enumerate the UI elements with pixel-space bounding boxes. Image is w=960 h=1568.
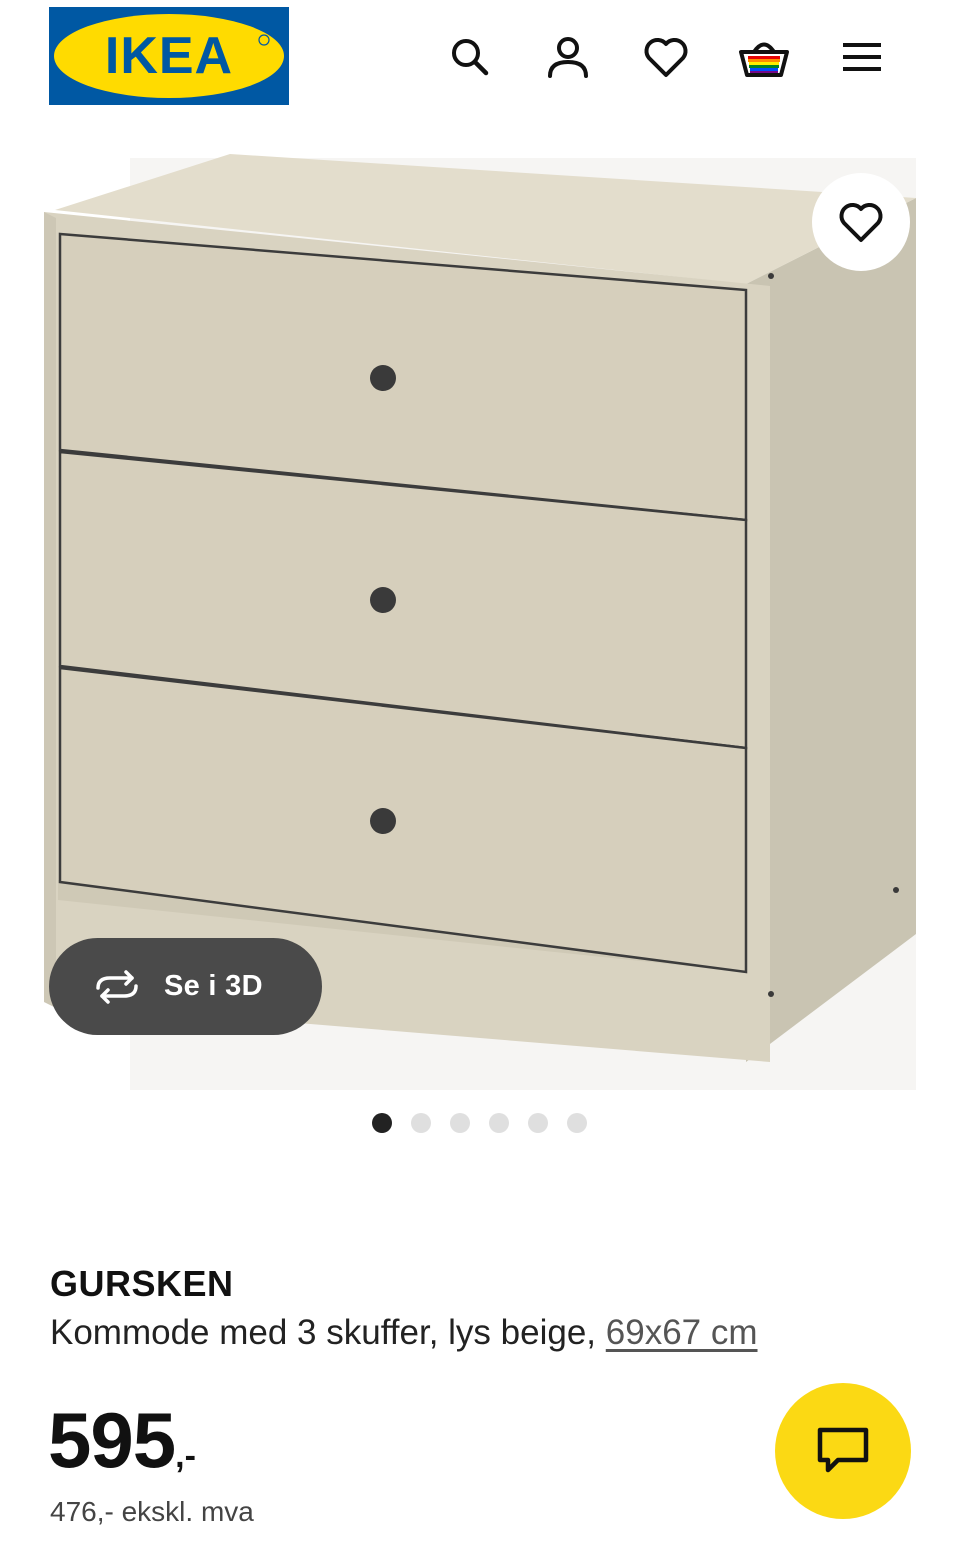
basket-icon (739, 42, 789, 77)
account-icon (548, 37, 588, 78)
product-name: GURSKEN (50, 1263, 234, 1304)
header-nav (440, 28, 890, 86)
account-button[interactable] (538, 28, 598, 86)
basket-button[interactable] (734, 28, 794, 86)
heart-icon (839, 203, 883, 242)
carousel-dot[interactable] (489, 1113, 509, 1133)
product-description-text: Kommode med 3 skuffer, lys beige, (50, 1313, 597, 1352)
product-size-link[interactable]: 69x67 cm (606, 1313, 758, 1352)
carousel-dot[interactable] (567, 1113, 587, 1133)
price-excl-vat: 476,- ekskl. mva (50, 1496, 254, 1527)
site-header: IKEA (0, 0, 960, 120)
view-in-3d-label: Se i 3D (164, 970, 263, 1002)
view-in-3d-button[interactable]: Se i 3D (49, 938, 322, 1035)
ikea-logo[interactable]: IKEA (49, 7, 289, 105)
product-image-gallery[interactable]: Se i 3D (0, 150, 960, 1090)
logo-wordmark: IKEA (105, 27, 233, 85)
chat-button[interactable] (775, 1383, 911, 1519)
carousel-dot[interactable] (372, 1113, 392, 1133)
carousel-dot[interactable] (450, 1113, 470, 1133)
carousel-dot[interactable] (411, 1113, 431, 1133)
menu-button[interactable] (832, 28, 892, 86)
product-price: 595,- (48, 1395, 196, 1486)
heart-icon (644, 38, 688, 77)
search-icon (452, 39, 489, 76)
rotate-3d-icon (96, 969, 138, 1004)
price-suffix: ,- (175, 1437, 196, 1475)
chat-icon (817, 1427, 869, 1473)
menu-icon (843, 43, 881, 71)
carousel-indicator (372, 1113, 606, 1133)
carousel-dot[interactable] (528, 1113, 548, 1133)
favourites-button[interactable] (636, 28, 696, 86)
search-button[interactable] (440, 28, 500, 86)
add-to-favourites-button[interactable] (812, 173, 910, 271)
product-description: Kommode med 3 skuffer, lys beige, 69x67 … (50, 1313, 758, 1353)
price-main: 595 (48, 1396, 176, 1484)
